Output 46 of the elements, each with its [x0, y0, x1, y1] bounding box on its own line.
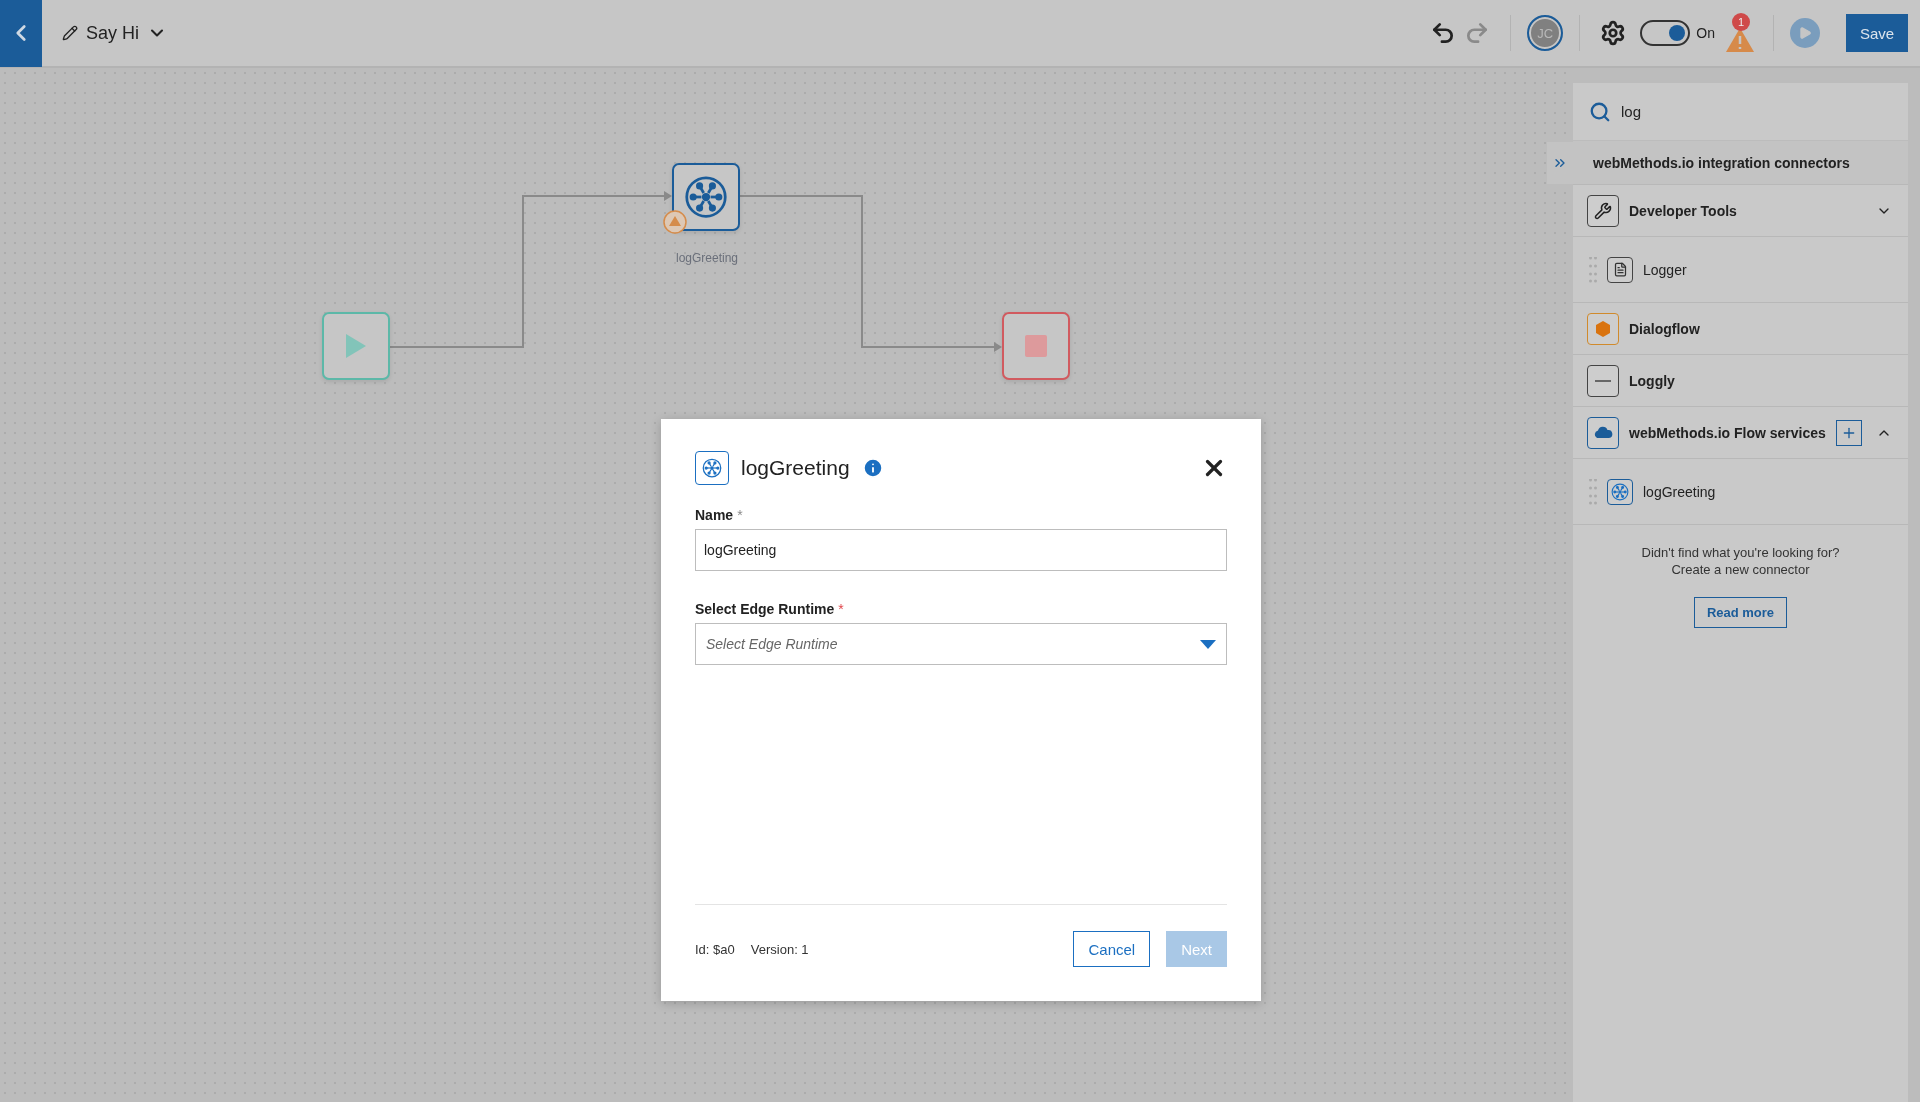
add-button[interactable]	[1835, 419, 1862, 446]
drag-handle-icon[interactable]	[1589, 256, 1597, 283]
connector-group[interactable]: Dialogflow	[1573, 303, 1908, 355]
tools-icon	[1587, 194, 1619, 227]
node-label: logGreeting	[674, 251, 739, 265]
toggle-switch[interactable]	[1640, 20, 1691, 46]
start-node[interactable]	[322, 312, 390, 380]
document-icon	[1607, 256, 1633, 283]
play-icon	[1798, 26, 1812, 40]
service-node[interactable]	[672, 163, 740, 231]
pencil-icon	[62, 25, 78, 41]
connector-group[interactable]: Developer Tools	[1573, 185, 1908, 237]
id-text: Id: $a0	[695, 941, 735, 957]
play-icon	[344, 333, 368, 359]
runtime-select[interactable]: Select Edge Runtime	[695, 623, 1227, 665]
name-input[interactable]: logGreeting	[695, 529, 1227, 571]
read-more-button[interactable]: Read more	[1693, 597, 1788, 628]
network-icon	[702, 458, 722, 478]
cloud-icon	[1587, 416, 1619, 449]
required-mark: *	[737, 507, 743, 523]
search-icon	[1589, 100, 1611, 123]
field-label: Select Edge Runtime	[695, 601, 835, 617]
back-button[interactable]	[0, 0, 42, 67]
end-node[interactable]	[1002, 312, 1070, 380]
caret-icon	[1200, 639, 1216, 649]
dialog-title: logGreeting	[741, 456, 850, 480]
field-label: Name	[695, 507, 734, 523]
connector-group[interactable]: webMethods.io Flow services	[1573, 407, 1908, 459]
connector-item[interactable]: logGreeting	[1573, 459, 1908, 525]
logo-icon	[1587, 364, 1619, 397]
drag-handle-icon[interactable]	[1589, 478, 1597, 505]
flow-title-button[interactable]: Say Hi	[58, 18, 171, 48]
required-mark: *	[838, 601, 844, 617]
help-text: Didn't find what you're looking for?	[1641, 545, 1840, 560]
alert-count-badge: 1	[1732, 13, 1750, 31]
save-button[interactable]: Save	[1846, 14, 1908, 52]
version-text: Version: 1	[750, 941, 809, 957]
cancel-button[interactable]: Cancel	[1073, 931, 1151, 967]
network-icon	[684, 175, 728, 219]
toggle-label: On	[1696, 25, 1715, 41]
help-text: Create a new connector	[1671, 562, 1810, 577]
section-header: webMethods.io integration connectors	[1573, 141, 1908, 185]
connector-item[interactable]: Logger	[1573, 237, 1908, 303]
info-icon[interactable]	[861, 457, 884, 479]
connector-group[interactable]: Loggly	[1573, 355, 1908, 407]
stop-icon	[1025, 335, 1047, 357]
